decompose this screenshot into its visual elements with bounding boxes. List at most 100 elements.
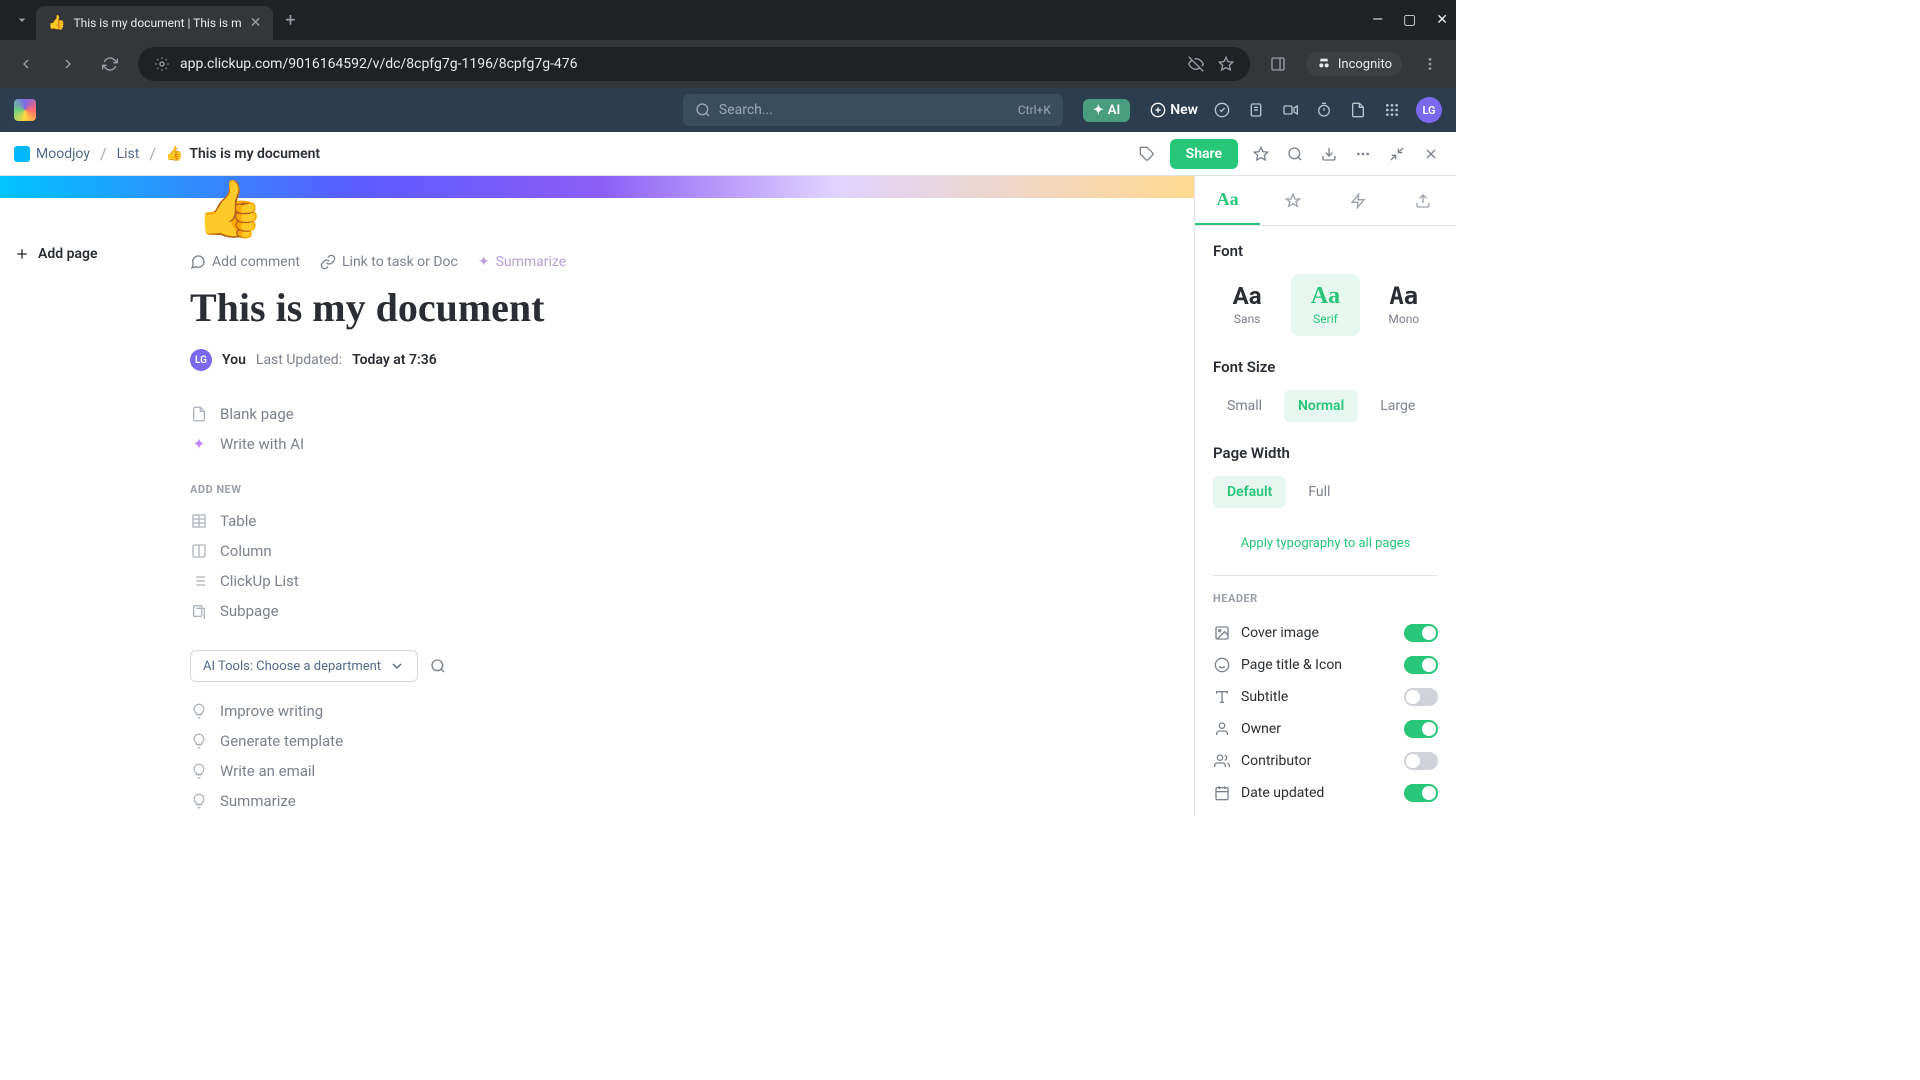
new-tab-button[interactable]: +	[285, 10, 295, 31]
toggle-switch[interactable]	[1404, 656, 1438, 674]
ai-item[interactable]: Write an email	[190, 756, 970, 786]
ai-item[interactable]: Improve writing	[190, 696, 970, 726]
cover-gradient[interactable]	[0, 176, 1194, 198]
ai-label: AI	[1108, 103, 1120, 118]
star-icon[interactable]	[1250, 143, 1272, 165]
search-icon	[695, 102, 711, 118]
add-comment-action[interactable]: Add comment	[190, 254, 300, 270]
toggle-switch[interactable]	[1404, 624, 1438, 642]
bookmark-star-icon[interactable]	[1218, 56, 1234, 72]
incognito-label: Incognito	[1338, 57, 1392, 72]
bulb-icon	[190, 763, 208, 779]
toggle-row-subtitle: Subtitle	[1213, 681, 1438, 713]
check-circle-icon[interactable]	[1212, 100, 1232, 120]
url-text: app.clickup.com/9016164592/v/dc/8cpfg7g-…	[180, 56, 578, 72]
add-page-button[interactable]: Add page	[14, 246, 97, 262]
typography-tab[interactable]: Aa	[1195, 176, 1260, 225]
ai-item[interactable]: Summarize	[190, 786, 970, 816]
global-search[interactable]: Search... Ctrl+K	[683, 94, 1063, 126]
side-panel-button[interactable]	[1264, 50, 1292, 78]
incognito-badge[interactable]: Incognito	[1306, 52, 1402, 76]
tag-icon[interactable]	[1136, 143, 1158, 165]
more-menu-icon[interactable]	[1352, 143, 1374, 165]
browser-toolbar: app.clickup.com/9016164592/v/dc/8cpfg7g-…	[0, 40, 1456, 88]
breadcrumb-list[interactable]: List	[117, 146, 140, 162]
document-area: 👍 Add page Add comment Link to task or D…	[0, 176, 1194, 816]
reload-button[interactable]	[96, 50, 124, 78]
sparkle-icon: ✦	[478, 254, 490, 270]
toggle-switch[interactable]	[1404, 688, 1438, 706]
ai-search-button[interactable]	[430, 658, 446, 674]
minimize-button[interactable]: —	[1372, 12, 1383, 28]
main-content: 👍 Add page Add comment Link to task or D…	[0, 176, 1456, 816]
breadcrumb-workspace[interactable]: Moodjoy	[14, 146, 90, 162]
user-avatar[interactable]: LG	[1416, 97, 1442, 123]
breadcrumb-current[interactable]: 👍 This is my document	[166, 146, 320, 162]
toggle-switch[interactable]	[1404, 784, 1438, 802]
export-tab[interactable]	[1391, 176, 1456, 225]
ai-panel-tab[interactable]	[1326, 176, 1391, 225]
back-button[interactable]	[12, 50, 40, 78]
author-avatar[interactable]: LG	[190, 349, 212, 371]
site-settings-icon[interactable]	[154, 56, 170, 72]
toggle-switch[interactable]	[1404, 752, 1438, 770]
record-icon[interactable]	[1280, 100, 1300, 120]
size-option-large[interactable]: Large	[1366, 390, 1429, 422]
width-option-full[interactable]: Full	[1294, 476, 1344, 508]
toggle-row-date-updated: Date updated	[1213, 777, 1438, 809]
starter-sparkle[interactable]: ✦Write with AI	[190, 429, 970, 459]
bulb-icon	[190, 793, 208, 809]
subpage-icon	[190, 603, 208, 619]
download-icon[interactable]	[1318, 143, 1340, 165]
apply-typography-link[interactable]: Apply typography to all pages	[1213, 530, 1438, 557]
size-option-normal[interactable]: Normal	[1284, 390, 1358, 422]
address-bar[interactable]: app.clickup.com/9016164592/v/dc/8cpfg7g-…	[138, 47, 1250, 81]
summarize-action[interactable]: ✦ Summarize	[478, 254, 566, 270]
header-section-label: HEADER	[1213, 592, 1438, 605]
font-option-serif[interactable]: AaSerif	[1291, 274, 1359, 336]
table-icon	[190, 513, 208, 529]
add-subpage[interactable]: Subpage	[190, 596, 970, 626]
browser-menu-button[interactable]	[1416, 50, 1444, 78]
font-size-title: Font Size	[1213, 358, 1438, 376]
size-option-small[interactable]: Small	[1213, 390, 1276, 422]
notepad-icon[interactable]	[1246, 100, 1266, 120]
add-new-label: ADD NEW	[190, 483, 970, 496]
font-option-mono[interactable]: AaMono	[1370, 274, 1438, 336]
text-icon	[1213, 689, 1231, 705]
collapse-icon[interactable]	[1386, 143, 1408, 165]
clock-icon[interactable]	[1314, 100, 1334, 120]
toggle-switch[interactable]	[1404, 720, 1438, 738]
new-button[interactable]: New	[1150, 102, 1198, 118]
forward-button[interactable]	[54, 50, 82, 78]
width-option-default[interactable]: Default	[1213, 476, 1286, 508]
close-doc-icon[interactable]	[1420, 143, 1442, 165]
ai-button[interactable]: ✦ AI	[1083, 99, 1130, 122]
doc-emoji-large[interactable]: 👍	[195, 176, 265, 242]
toggle-row-page-title-icon: Page title & Icon	[1213, 649, 1438, 681]
style-tab[interactable]	[1260, 176, 1325, 225]
ai-tools-dropdown[interactable]: AI Tools: Choose a department	[190, 650, 418, 682]
clickup-logo[interactable]	[14, 99, 36, 121]
starter-page[interactable]: Blank page	[190, 399, 970, 429]
updated-value: Today at 7:36	[352, 352, 437, 368]
browser-tab[interactable]: 👍 This is my document | This is m ✕	[36, 6, 273, 40]
font-option-sans[interactable]: AaSans	[1213, 274, 1281, 336]
doc-icon[interactable]	[1348, 100, 1368, 120]
close-window-button[interactable]: ✕	[1436, 12, 1448, 28]
add-table[interactable]: Table	[190, 506, 970, 536]
doc-title[interactable]: This is my document	[190, 284, 970, 331]
ai-item[interactable]: Generate template	[190, 726, 970, 756]
search-doc-icon[interactable]	[1284, 143, 1306, 165]
maximize-button[interactable]: ▢	[1403, 12, 1416, 28]
link-task-action[interactable]: Link to task or Doc	[320, 254, 458, 270]
apps-grid-icon[interactable]	[1382, 100, 1402, 120]
tab-search-dropdown[interactable]	[8, 6, 36, 34]
tab-favicon: 👍	[48, 15, 65, 31]
tab-close-icon[interactable]: ✕	[250, 15, 262, 31]
add-column[interactable]: Column	[190, 536, 970, 566]
panel-tabs: Aa	[1195, 176, 1456, 226]
add-list[interactable]: ClickUp List	[190, 566, 970, 596]
share-button[interactable]: Share	[1170, 139, 1238, 169]
eye-off-icon[interactable]	[1188, 56, 1204, 72]
